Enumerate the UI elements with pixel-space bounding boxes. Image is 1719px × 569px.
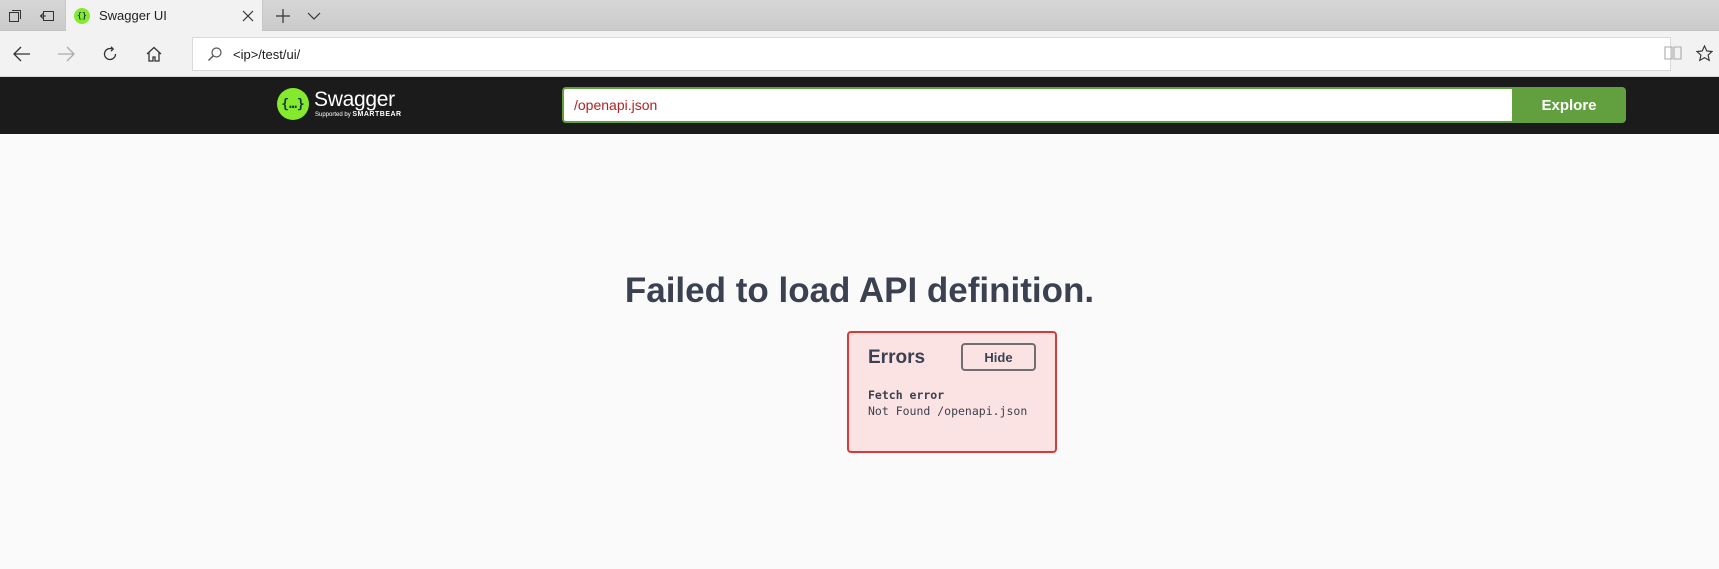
chevron-down-icon[interactable] bbox=[303, 5, 325, 27]
refresh-icon[interactable] bbox=[98, 42, 122, 66]
swagger-topbar: {…} Swagger Supported by SMARTBEAR Explo… bbox=[0, 77, 1719, 134]
close-tab-icon[interactable] bbox=[239, 7, 256, 24]
logo-brand: SMARTBEAR bbox=[352, 111, 402, 118]
back-arrow-icon[interactable] bbox=[10, 42, 34, 66]
logo-supported-by: Supported by SMARTBEAR bbox=[315, 111, 402, 118]
page-title: Failed to load API definition. bbox=[624, 271, 1095, 310]
swagger-logo-icon: {…} bbox=[277, 88, 309, 120]
forward-arrow-icon[interactable] bbox=[54, 42, 78, 66]
search-icon bbox=[207, 46, 223, 62]
swagger-favicon-icon: {} bbox=[74, 7, 90, 24]
hide-button[interactable]: Hide bbox=[961, 343, 1036, 371]
url-text[interactable]: <ip>/test/ui/ bbox=[233, 47, 300, 62]
reading-view-icon[interactable] bbox=[1663, 43, 1683, 63]
address-bar[interactable]: <ip>/test/ui/ bbox=[192, 37, 1671, 71]
tab-actions-icon[interactable] bbox=[4, 5, 26, 27]
main-content: Failed to load API definition. Errors Hi… bbox=[0, 134, 1719, 569]
browser-tab-strip: {} Swagger UI bbox=[0, 0, 1719, 31]
set-tabs-aside-icon[interactable] bbox=[36, 5, 58, 27]
error-type: Fetch error bbox=[868, 388, 945, 402]
swagger-logo[interactable]: {…} Swagger Supported by SMARTBEAR bbox=[277, 86, 402, 122]
browser-navigation-bar: <ip>/test/ui/ bbox=[0, 31, 1719, 77]
error-message: Not Found /openapi.json bbox=[868, 404, 1028, 418]
new-tab-icon[interactable] bbox=[272, 5, 294, 27]
tab-title: Swagger UI bbox=[99, 8, 167, 23]
explore-form: Explore bbox=[562, 87, 1626, 123]
tab-swagger-ui[interactable]: {} Swagger UI bbox=[65, 0, 263, 31]
spec-url-input[interactable] bbox=[562, 87, 1512, 123]
errors-panel: Errors Hide Fetch error Not Found /opena… bbox=[847, 331, 1057, 453]
logo-name: Swagger bbox=[314, 88, 395, 111]
home-icon[interactable] bbox=[142, 42, 166, 66]
favorite-star-icon[interactable] bbox=[1694, 43, 1714, 63]
explore-button[interactable]: Explore bbox=[1512, 87, 1626, 123]
errors-heading: Errors bbox=[868, 347, 926, 368]
